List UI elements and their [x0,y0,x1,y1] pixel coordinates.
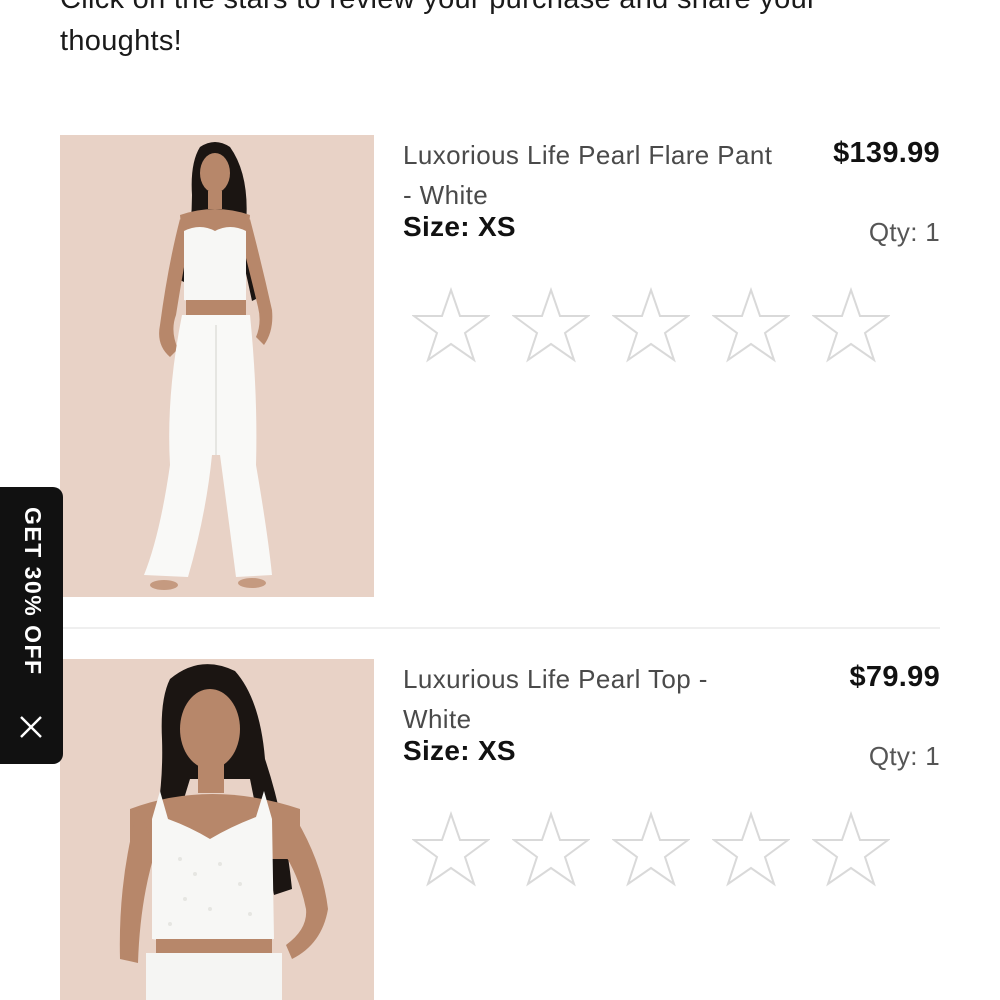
star-icon-1[interactable] [412,811,490,887]
star-icon-2[interactable] [512,287,590,363]
star-rating [412,811,890,887]
product-card: Luxorious Life Pearl Flare Pant - White … [60,135,940,597]
size-label: Size: [403,735,470,766]
star-icon-3[interactable] [612,287,690,363]
star-icon-1[interactable] [412,287,490,363]
product-quantity: Qty: 1 [868,741,940,771]
promo-side-tab[interactable]: GET 30% OFF [0,487,63,764]
product-size: Size: XS [403,211,516,243]
star-icon-5[interactable] [812,287,890,363]
product-name[interactable]: Luxorious Life Pearl Flare Pant - White [403,135,773,215]
size-value: XS [477,211,516,242]
promo-label[interactable]: GET 30% OFF [19,507,46,699]
close-icon[interactable] [18,714,44,740]
review-page: Click on the stars to review your purcha… [0,0,1000,1000]
product-price: $79.99 [849,661,940,693]
product-divider [60,627,940,629]
product-image-flare-pant[interactable] [60,135,374,597]
star-icon-4[interactable] [712,811,790,887]
product-quantity: Qty: 1 [868,217,940,247]
product-image-pearl-top[interactable] [60,659,374,1000]
size-value: XS [477,735,516,766]
review-instructions: Click on the stars to review your purcha… [60,0,817,57]
product-size: Size: XS [403,735,516,767]
product-price: $139.99 [833,137,940,169]
product-name[interactable]: Luxurious Life Pearl Top - White [403,659,773,739]
star-icon-3[interactable] [612,811,690,887]
product-card: Luxurious Life Pearl Top - White $79.99 … [60,659,940,1000]
star-rating [412,287,890,363]
star-icon-4[interactable] [712,287,790,363]
star-icon-5[interactable] [812,811,890,887]
star-icon-2[interactable] [512,811,590,887]
size-label: Size: [403,211,470,242]
